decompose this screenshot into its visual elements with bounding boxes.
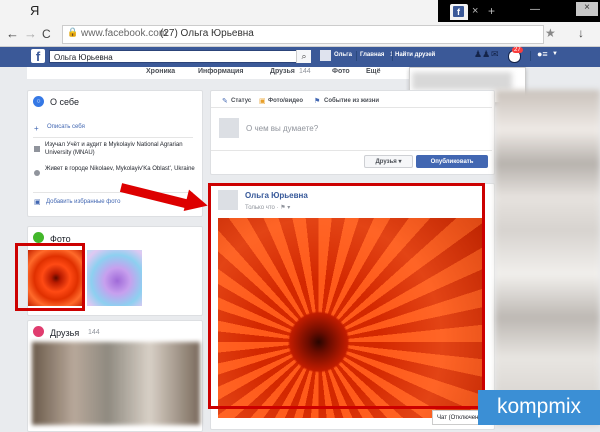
tab-friends[interactable]: Друзья	[270, 68, 295, 75]
divider	[356, 51, 357, 61]
photo-thumbnail-lilac[interactable]	[87, 250, 142, 306]
download-icon[interactable]: ↓	[578, 26, 584, 40]
highlight-frame	[208, 183, 485, 409]
photos-icon	[33, 232, 44, 243]
window-minimize-button[interactable]: —	[530, 4, 540, 15]
search-input[interactable]: Ольга Юрьевна	[49, 50, 309, 63]
avatar[interactable]	[320, 50, 331, 61]
forward-button[interactable]: →	[24, 26, 37, 41]
notification-popup-content	[412, 72, 512, 90]
flag-icon: ⚑	[314, 98, 321, 105]
divider	[33, 137, 193, 138]
pencil-icon: ✎	[222, 98, 228, 105]
home-icon	[34, 170, 40, 176]
search-icon[interactable]: ⌕	[296, 50, 311, 63]
friends-photos-blurred	[32, 342, 200, 425]
divider	[530, 51, 531, 61]
avatar	[219, 118, 239, 138]
education-info: Изучал Учёт и аудит в Mykolayiv National…	[45, 142, 183, 156]
tab-active-yandex[interactable]	[0, 0, 438, 22]
highlight-frame	[15, 243, 85, 311]
reload-button[interactable]: C	[42, 27, 51, 41]
photo-video-tab[interactable]: Фото/видео	[268, 98, 303, 104]
add-favorite-photos-link[interactable]: Добавить избранные фото	[46, 199, 120, 205]
home-link[interactable]: Главная	[360, 52, 384, 58]
tab-about[interactable]: Информация	[198, 68, 243, 75]
yandex-logo-icon: Я	[30, 3, 40, 18]
globe-icon: ○	[33, 96, 44, 107]
divider	[211, 107, 492, 108]
right-column-blurred	[495, 90, 600, 425]
publish-button[interactable]: Опубликовать	[416, 155, 488, 168]
tab-close-icon[interactable]: ×	[472, 5, 478, 17]
find-friends-link[interactable]: Найти друзей	[395, 52, 435, 58]
bookmark-star-icon[interactable]: ★	[545, 26, 556, 40]
facebook-favicon-icon: f	[453, 6, 464, 17]
camera-icon: ▣	[259, 98, 266, 105]
tab-photos[interactable]: Фото	[332, 68, 350, 75]
friend-requests-icon[interactable]: ♟♟	[474, 49, 490, 60]
friends-count: 144	[88, 329, 100, 336]
status-input[interactable]: О чем вы думаете?	[246, 124, 318, 133]
url-domain: www.facebook.com	[81, 28, 168, 39]
graduation-cap-icon	[34, 146, 40, 152]
friends-title[interactable]: Друзья	[50, 328, 79, 338]
location-info: Живет в городе Nikolaev, Mykolayiv'Ka Ob…	[45, 166, 195, 172]
divider	[211, 150, 492, 151]
divider	[392, 51, 393, 61]
messages-icon[interactable]: ✉	[491, 49, 499, 60]
window-close-button[interactable]: ×	[576, 2, 598, 16]
url-page-title: (27) Ольга Юрьевна	[160, 28, 254, 39]
account-menu-caret-icon[interactable]: ▼	[552, 51, 558, 57]
notification-count-badge: 27	[512, 47, 523, 53]
tab-timeline[interactable]: Хроника	[146, 68, 175, 75]
tab-friends-count: 144	[299, 68, 311, 75]
new-tab-button[interactable]: +	[488, 4, 495, 18]
photo-add-icon: ▣	[34, 199, 41, 206]
watermark-logo: kompmix	[478, 390, 600, 425]
privacy-shortcuts-icon[interactable]: ●≡	[537, 49, 548, 59]
status-tab[interactable]: Статус	[231, 98, 251, 104]
audience-selector-button[interactable]: Друзья ▾	[364, 155, 413, 168]
user-name-link[interactable]: Ольга	[334, 52, 352, 58]
about-title: О себе	[50, 97, 79, 107]
tab-more[interactable]: Ещё	[366, 68, 380, 75]
divider	[33, 192, 193, 193]
life-event-tab[interactable]: Событие из жизни	[324, 98, 379, 104]
back-button[interactable]: ←	[6, 26, 19, 41]
facebook-logo-icon[interactable]: f	[31, 49, 45, 64]
lock-icon: 🔒	[67, 27, 79, 37]
friends-icon	[33, 326, 44, 337]
plus-icon[interactable]: +	[34, 124, 39, 133]
describe-yourself-link[interactable]: Описать себя	[47, 124, 85, 130]
